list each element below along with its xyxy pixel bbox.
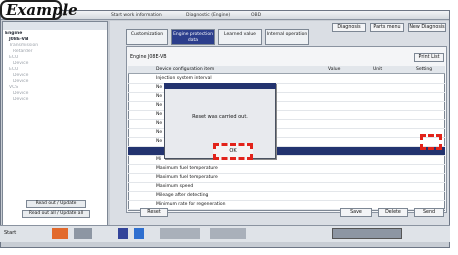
sidebar-tree: Engine J08E-VB Transmission Retarder ECU… <box>5 31 105 103</box>
table-cell: Minimum rate for regeneration <box>156 202 226 207</box>
dialog-titlebar <box>164 83 276 89</box>
tab-customization[interactable]: Customization <box>126 29 168 45</box>
highlight-box <box>420 134 442 150</box>
tab-engine-protection[interactable]: Engine protection data <box>171 29 215 45</box>
table-row[interactable]: Maximum fuel temperature <box>128 165 445 174</box>
window-tab[interactable]: Diagnostic (Engine) <box>186 12 246 19</box>
parts-menu-button[interactable]: Parts menu <box>370 23 404 32</box>
table-cell: Injection system interval <box>156 76 212 81</box>
taskbar-app-icon[interactable] <box>74 228 92 239</box>
ok-button[interactable]: OK <box>213 143 253 160</box>
table-row[interactable]: Maximum fuel temperature <box>128 174 445 183</box>
taskbar-status <box>210 228 246 239</box>
table-cell: Mileage after detecting <box>156 193 209 198</box>
table-cell: Maximum fuel temperature <box>156 175 218 180</box>
delete-button[interactable]: Delete <box>378 208 408 217</box>
column-header: Value <box>328 67 341 72</box>
taskbar-app-icon[interactable] <box>118 228 128 239</box>
table-row[interactable]: Maximum speed <box>128 183 445 192</box>
table-cell: Maximum fuel temperature <box>156 166 218 171</box>
system-tray <box>332 228 402 239</box>
table-cell: Maximum speed <box>156 184 194 189</box>
tab-learned-value[interactable]: Learned value <box>218 29 262 45</box>
example-label: Example <box>0 0 78 20</box>
reset-button[interactable]: Reset <box>140 208 168 217</box>
start-button[interactable]: Start <box>4 229 44 238</box>
column-header: Unit <box>373 67 383 72</box>
read-all-button[interactable]: Read out all / Update all <box>22 210 90 218</box>
column-header: Device configuration item <box>156 67 215 72</box>
sidebar-header <box>3 22 107 30</box>
taskbar-status <box>160 228 200 239</box>
new-diagnosis-button[interactable]: New Diagnosis <box>408 23 446 32</box>
tab-internal-operation[interactable]: Internal operation <box>265 29 309 45</box>
window-tab[interactable]: Start work information <box>111 12 181 19</box>
table-header: Device configuration item Value Unit Set… <box>128 66 445 74</box>
tree-item[interactable]: Device <box>5 97 105 103</box>
table-row[interactable]: Mileage after detecting <box>128 192 445 201</box>
dialog-message: Reset was carried out. <box>192 114 248 120</box>
diagnosis-button[interactable]: Diagnosis <box>332 23 366 32</box>
engine-label: Engine J08E-VB <box>130 55 167 60</box>
read-update-button[interactable]: Read out / Update <box>26 200 86 208</box>
taskbar-app-icon[interactable] <box>52 228 68 239</box>
window-tab[interactable]: OBD <box>251 12 281 19</box>
taskbar-app-icon[interactable] <box>134 228 144 239</box>
print-list-button[interactable]: Print List <box>414 53 444 62</box>
column-header: Setting <box>416 67 433 72</box>
save-button[interactable]: Save <box>340 208 372 217</box>
send-button[interactable]: Send <box>414 208 444 217</box>
